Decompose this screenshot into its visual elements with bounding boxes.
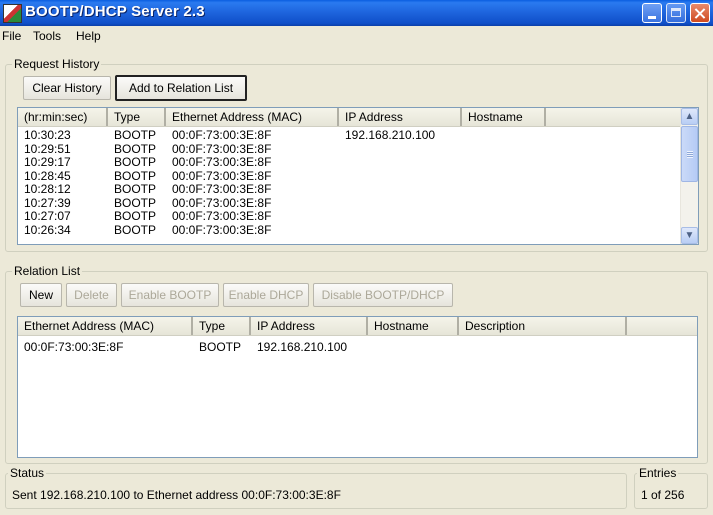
cell-mac: 00:0F:73:00:3E:8F: [172, 155, 272, 169]
cell-mac: 00:0F:73:00:3E:8F: [172, 209, 272, 223]
table-row[interactable]: 10:30:23 BOOTP 00:0F:73:00:3E:8F 192.168.21…: [18, 129, 698, 142]
up-arrow-icon: ▲: [684, 111, 695, 122]
column-header-empty: [546, 108, 682, 126]
cell-time: 10:28:12: [24, 182, 71, 196]
disable-bootp-dhcp-button[interactable]: Disable BOOTP/DHCP: [313, 283, 453, 307]
table-row[interactable]: 10:28:12 BOOTP 00:0F:73:00:3E:8F: [18, 183, 698, 196]
cell-ip: 192.168.210.100: [345, 128, 436, 142]
app-icon[interactable]: [3, 4, 22, 23]
cell-type: BOOTP: [114, 128, 157, 142]
relation-list[interactable]: Ethernet Address (MAC) Type IP Address H…: [17, 316, 698, 458]
window-title: BOOTP/DHCP Server 2.3: [25, 3, 205, 20]
cell-mac: 00:0F:73:00:3E:8F: [172, 195, 272, 210]
menu-bar: File Tools Help: [0, 26, 713, 46]
entries-label: Entries: [637, 466, 679, 480]
entries-count: 1 of 256: [641, 488, 685, 502]
cell-type: BOOTP: [199, 340, 242, 354]
menu-help[interactable]: Help: [76, 29, 101, 43]
add-to-relation-list-button[interactable]: Add to Relation List: [115, 75, 247, 101]
cell-time: 10:28:45: [24, 168, 71, 183]
cell-mac: 00:0F:73:00:3E:8F: [172, 141, 272, 156]
table-row[interactable]: 10:29:17 BOOTP 00:0F:73:00:3E:8F: [18, 156, 698, 169]
menu-file[interactable]: File: [2, 29, 21, 43]
table-row[interactable]: 00:0F:73:00:3E:8F BOOTP 192.168.210.100: [18, 341, 697, 354]
column-header-description[interactable]: Description: [459, 317, 627, 335]
cell-type: BOOTP: [114, 222, 157, 237]
table-row[interactable]: 10:26:34 BOOTP 00:0F:73:00:3E:8F: [18, 222, 698, 237]
cell-type: BOOTP: [114, 209, 157, 223]
request-history-label: Request History: [12, 57, 102, 71]
table-row[interactable]: 10:28:45 BOOTP 00:0F:73:00:3E:8F: [18, 168, 698, 183]
cell-time: 10:26:34: [24, 222, 71, 237]
list-header: (hr:min:sec) Type Ethernet Address (MAC)…: [18, 108, 698, 127]
new-button[interactable]: New: [20, 283, 62, 307]
scrollbar-thumb[interactable]: [681, 126, 698, 182]
maximize-button[interactable]: [666, 3, 686, 23]
close-button[interactable]: [690, 3, 710, 23]
cell-mac: 00:0F:73:00:3E:8F: [24, 340, 124, 354]
cell-ip: 192.168.210.100: [257, 340, 348, 354]
column-header-hostname[interactable]: Hostname: [462, 108, 546, 126]
enable-bootp-button[interactable]: Enable BOOTP: [121, 283, 219, 307]
enable-dhcp-button[interactable]: Enable DHCP: [223, 283, 309, 307]
cell-time: 10:27:39: [24, 195, 71, 210]
cell-mac: 00:0F:73:00:3E:8F: [172, 222, 272, 237]
scroll-up-button[interactable]: ▲: [681, 108, 698, 125]
cell-mac: 00:0F:73:00:3E:8F: [172, 128, 272, 142]
cell-time: 10:30:23: [24, 128, 71, 142]
cell-type: BOOTP: [114, 168, 157, 183]
column-header-mac[interactable]: Ethernet Address (MAC): [18, 317, 193, 335]
column-header-type[interactable]: Type: [108, 108, 166, 126]
table-row[interactable]: 10:29:51 BOOTP 00:0F:73:00:3E:8F: [18, 141, 698, 156]
table-row[interactable]: 10:27:07 BOOTP 00:0F:73:00:3E:8F: [18, 210, 698, 223]
cell-time: 10:29:51: [24, 141, 71, 156]
cell-time: 10:27:07: [24, 209, 71, 223]
minimize-button[interactable]: [642, 3, 662, 23]
cell-type: BOOTP: [114, 182, 157, 196]
grip-icon: [687, 151, 693, 158]
status-text: Sent 192.168.210.100 to Ethernet address…: [12, 488, 341, 502]
cell-type: BOOTP: [114, 195, 157, 210]
request-history-list[interactable]: (hr:min:sec) Type Ethernet Address (MAC)…: [17, 107, 699, 245]
delete-button[interactable]: Delete: [66, 283, 117, 307]
cell-mac: 00:0F:73:00:3E:8F: [172, 182, 272, 196]
column-header-mac[interactable]: Ethernet Address (MAC): [166, 108, 339, 126]
cell-mac: 00:0F:73:00:3E:8F: [172, 168, 272, 183]
column-header-time[interactable]: (hr:min:sec): [18, 108, 108, 126]
vertical-scrollbar[interactable]: ▲ ▼: [680, 108, 698, 244]
cell-type: BOOTP: [114, 155, 157, 169]
clear-history-button[interactable]: Clear History: [23, 76, 111, 100]
column-header-empty: [627, 317, 697, 335]
down-arrow-icon: ▼: [684, 230, 695, 241]
scroll-down-button[interactable]: ▼: [681, 227, 698, 244]
column-header-type[interactable]: Type: [193, 317, 251, 335]
menu-tools[interactable]: Tools: [33, 29, 61, 43]
list-header: Ethernet Address (MAC) Type IP Address H…: [18, 317, 697, 336]
column-header-ip[interactable]: IP Address: [251, 317, 368, 335]
cell-time: 10:29:17: [24, 155, 71, 169]
column-header-hostname[interactable]: Hostname: [368, 317, 459, 335]
column-header-ip[interactable]: IP Address: [339, 108, 462, 126]
cell-type: BOOTP: [114, 141, 157, 156]
status-label: Status: [8, 466, 47, 480]
title-bar[interactable]: BOOTP/DHCP Server 2.3: [0, 0, 713, 26]
table-row[interactable]: 10:27:39 BOOTP 00:0F:73:00:3E:8F: [18, 195, 698, 210]
relation-list-label: Relation List: [12, 264, 83, 278]
